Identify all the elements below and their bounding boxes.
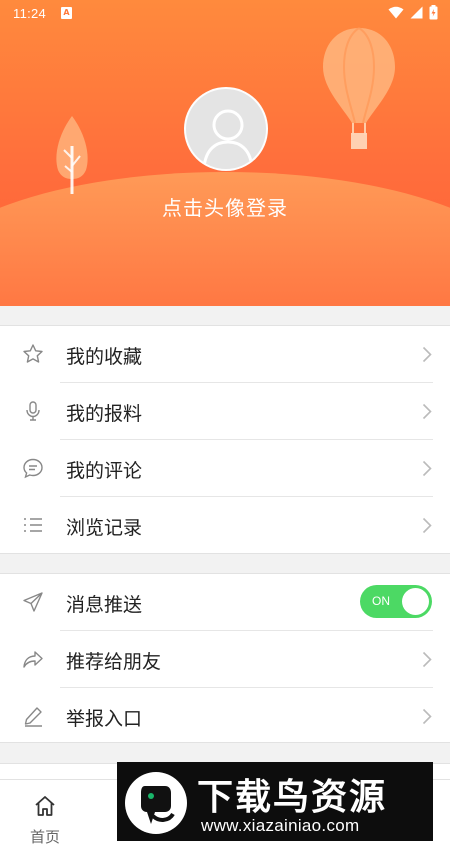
menu-item-label: 我的收藏 bbox=[66, 346, 143, 368]
push-notification-toggle[interactable]: ON bbox=[360, 585, 432, 618]
toggle-knob bbox=[402, 588, 429, 615]
watermark-url: www.xiazainiao.com bbox=[201, 816, 360, 835]
menu-item-label: 消息推送 bbox=[66, 594, 143, 616]
menu-item-label: 我的报料 bbox=[66, 403, 143, 425]
menu-item-label: 举报入口 bbox=[66, 708, 143, 730]
status-bar: 11:24 A bbox=[0, 0, 450, 28]
menu-item-favorites[interactable]: 我的收藏 bbox=[0, 326, 450, 383]
list-icon bbox=[24, 518, 42, 532]
menu-item-report-entry[interactable]: 举报入口 bbox=[0, 688, 450, 745]
pencil-icon bbox=[24, 707, 42, 727]
battery-icon bbox=[429, 5, 438, 20]
bird-logo-icon bbox=[141, 786, 175, 824]
chevron-right-icon bbox=[422, 346, 432, 363]
send-icon bbox=[23, 592, 43, 612]
microphone-icon bbox=[26, 401, 40, 421]
menu-item-my-reports[interactable]: 我的报料 bbox=[0, 383, 450, 440]
menu-group-settings: 消息推送 ON 推荐给朋友 举报入口 bbox=[0, 573, 450, 743]
tree-illustration bbox=[56, 116, 88, 194]
chevron-right-icon bbox=[422, 403, 432, 420]
home-icon bbox=[35, 796, 55, 816]
menu-item-label: 推荐给朋友 bbox=[66, 651, 162, 673]
watermark-title: 下载鸟资源 bbox=[197, 777, 388, 818]
tab-home[interactable]: 首页 bbox=[0, 780, 90, 850]
chevron-right-icon bbox=[422, 651, 432, 668]
watermark-banner: 下载鸟资源 www.xiazainiao.com bbox=[117, 762, 433, 841]
signal-icon bbox=[410, 6, 423, 19]
chevron-right-icon bbox=[422, 708, 432, 725]
wifi-icon bbox=[388, 6, 404, 19]
menu-item-label: 我的评论 bbox=[66, 460, 143, 482]
chevron-right-icon bbox=[422, 460, 432, 477]
menu-item-label: 浏览记录 bbox=[66, 517, 143, 539]
menu-item-browse-history[interactable]: 浏览记录 bbox=[0, 497, 450, 554]
tab-label: 首页 bbox=[29, 828, 60, 846]
login-prompt[interactable]: 点击头像登录 bbox=[0, 192, 450, 221]
menu-group-personal: 我的收藏 我的报料 我的评论 浏览记录 bbox=[0, 325, 450, 554]
chevron-right-icon bbox=[422, 517, 432, 534]
notification-icon: A bbox=[61, 7, 72, 19]
menu-item-recommend-to-friends[interactable]: 推荐给朋友 bbox=[0, 631, 450, 688]
watermark-logo bbox=[125, 772, 187, 834]
status-indicators bbox=[388, 5, 438, 20]
menu-item-push-notifications: 消息推送 ON bbox=[0, 574, 450, 631]
share-icon bbox=[23, 651, 43, 668]
status-time: 11:24 bbox=[13, 6, 47, 21]
profile-header: 11:24 A 点击头像登录 bbox=[0, 0, 450, 306]
star-icon bbox=[23, 344, 43, 363]
toggle-state-label: ON bbox=[372, 594, 390, 608]
avatar-button[interactable] bbox=[184, 87, 268, 171]
hot-air-balloon-illustration bbox=[323, 27, 395, 149]
comment-icon bbox=[23, 458, 43, 479]
user-placeholder-icon bbox=[202, 109, 254, 168]
menu-item-my-comments[interactable]: 我的评论 bbox=[0, 440, 450, 497]
